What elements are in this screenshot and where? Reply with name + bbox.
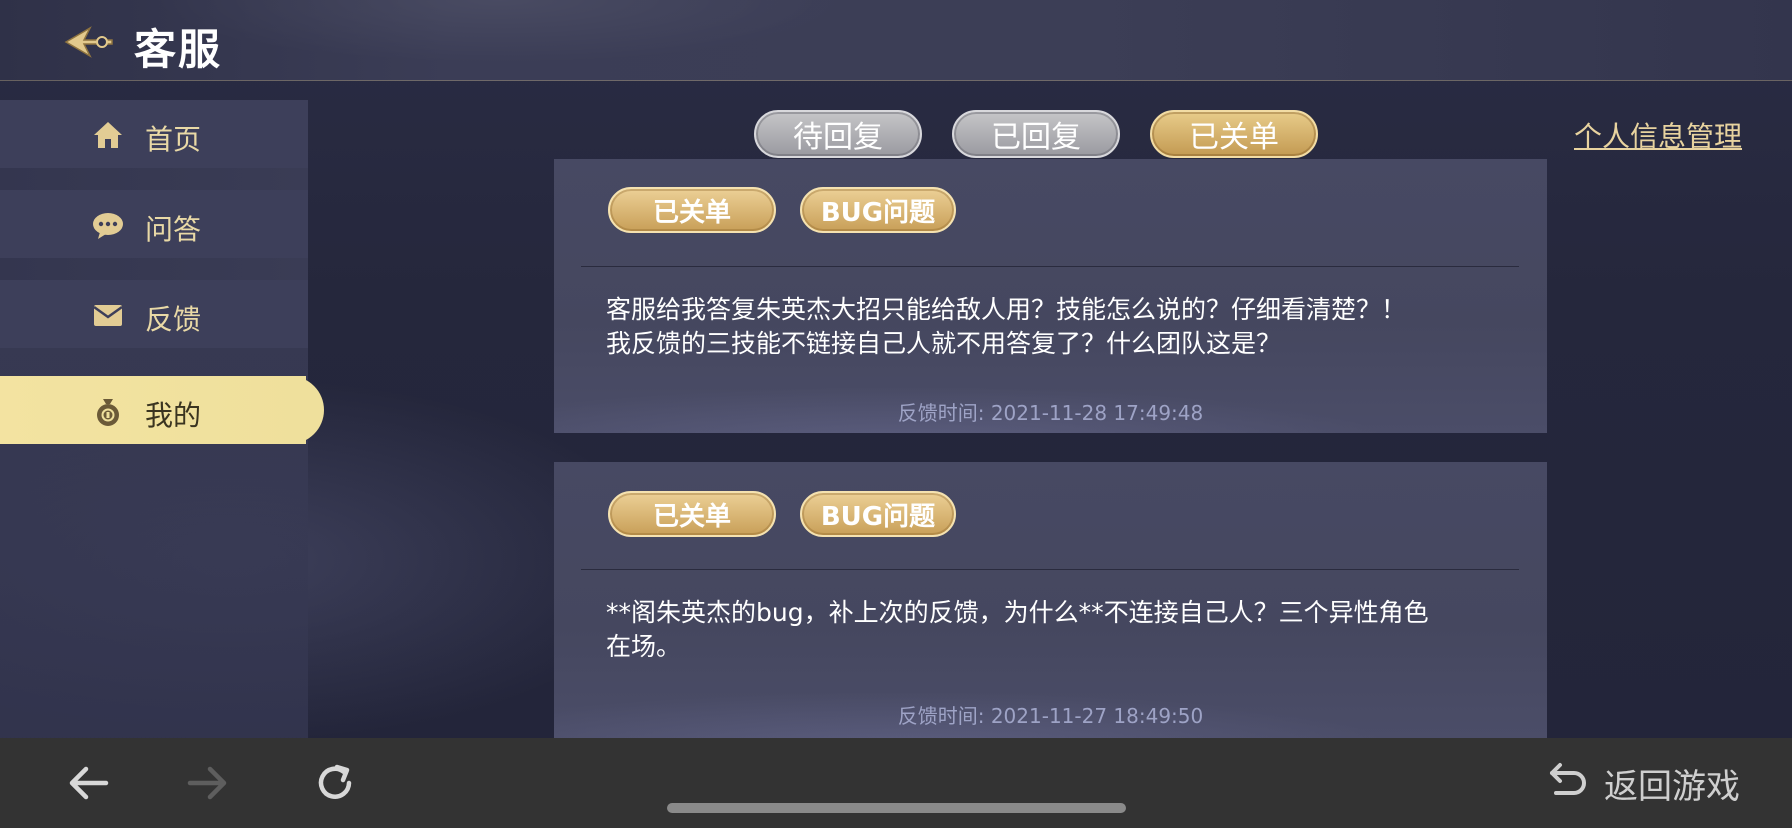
profile-management-link[interactable]: 个人信息管理 bbox=[1574, 115, 1742, 155]
tab-pending[interactable]: 待回复 bbox=[754, 110, 922, 158]
return-arrow-icon bbox=[1548, 761, 1588, 805]
sidebar-item-label: 我的 bbox=[145, 399, 202, 432]
sidebar-divider bbox=[0, 258, 308, 280]
ornate-back-arrow-icon[interactable] bbox=[62, 22, 116, 62]
sidebar-item-mine[interactable]: 我的 bbox=[0, 376, 324, 444]
header-bar: 客服 bbox=[0, 0, 1792, 81]
arrow-right-icon[interactable] bbox=[183, 760, 233, 806]
sidebar-item-label: 反馈 bbox=[145, 303, 202, 336]
feedback-text-line: 客服给我答复朱英杰大招只能给敌人用？技能怎么说的？仔细看清楚？！ bbox=[606, 295, 1407, 324]
sidebar-divider bbox=[0, 168, 308, 190]
feedback-text-line: 我反馈的三技能不链接自己人就不用答复了？什么团队这是？ bbox=[606, 329, 1282, 358]
category-badge: BUG问题 bbox=[800, 491, 956, 537]
return-game-label: 返回游戏 bbox=[1604, 766, 1740, 807]
feedback-card[interactable]: 已关单 BUG问题 客服给我答复朱英杰大招只能给敌人用？技能怎么说的？仔细看清楚… bbox=[554, 159, 1547, 433]
feedback-text-line: **阁朱英杰的bug，补上次的反馈，为什么**不连接自己人？三个异性角色 bbox=[606, 598, 1429, 627]
tab-closed[interactable]: 已关单 bbox=[1150, 110, 1318, 158]
feedback-time: 反馈时间: 2021-11-27 18:49:50 bbox=[897, 704, 1204, 728]
money-bag-icon bbox=[92, 396, 124, 426]
status-badge: 已关单 bbox=[608, 187, 776, 233]
home-indicator[interactable] bbox=[667, 803, 1126, 813]
reload-icon[interactable] bbox=[310, 760, 360, 806]
feedback-text-line: 在场。 bbox=[606, 632, 682, 661]
card-divider bbox=[581, 569, 1519, 570]
chat-bubble-icon bbox=[92, 210, 124, 240]
browser-bottom-bar: 返回游戏 bbox=[0, 738, 1792, 828]
sidebar-item-label: 首页 bbox=[145, 123, 202, 156]
sidebar-item-feedback[interactable]: 反馈 bbox=[0, 280, 308, 348]
status-badge: 已关单 bbox=[608, 491, 776, 537]
envelope-icon bbox=[92, 300, 124, 330]
return-to-game-button[interactable]: 返回游戏 bbox=[1548, 760, 1740, 807]
feedback-time: 反馈时间: 2021-11-28 17:49:48 bbox=[897, 401, 1204, 425]
sidebar-item-home[interactable]: 首页 bbox=[0, 100, 308, 168]
arrow-left-icon[interactable] bbox=[63, 760, 113, 806]
header-decoration bbox=[0, 0, 1792, 81]
page-title: 客服 bbox=[134, 25, 223, 74]
tab-replied[interactable]: 已回复 bbox=[952, 110, 1120, 158]
sidebar-item-label: 问答 bbox=[145, 213, 202, 246]
card-divider bbox=[581, 266, 1519, 267]
sidebar: 首页 问答 反馈 我的 bbox=[0, 100, 324, 738]
category-badge: BUG问题 bbox=[800, 187, 956, 233]
feedback-card[interactable]: 已关单 BUG问题 **阁朱英杰的bug，补上次的反馈，为什么**不连接自己人？… bbox=[554, 462, 1547, 738]
sidebar-item-qa[interactable]: 问答 bbox=[0, 190, 308, 258]
home-icon bbox=[92, 120, 124, 150]
